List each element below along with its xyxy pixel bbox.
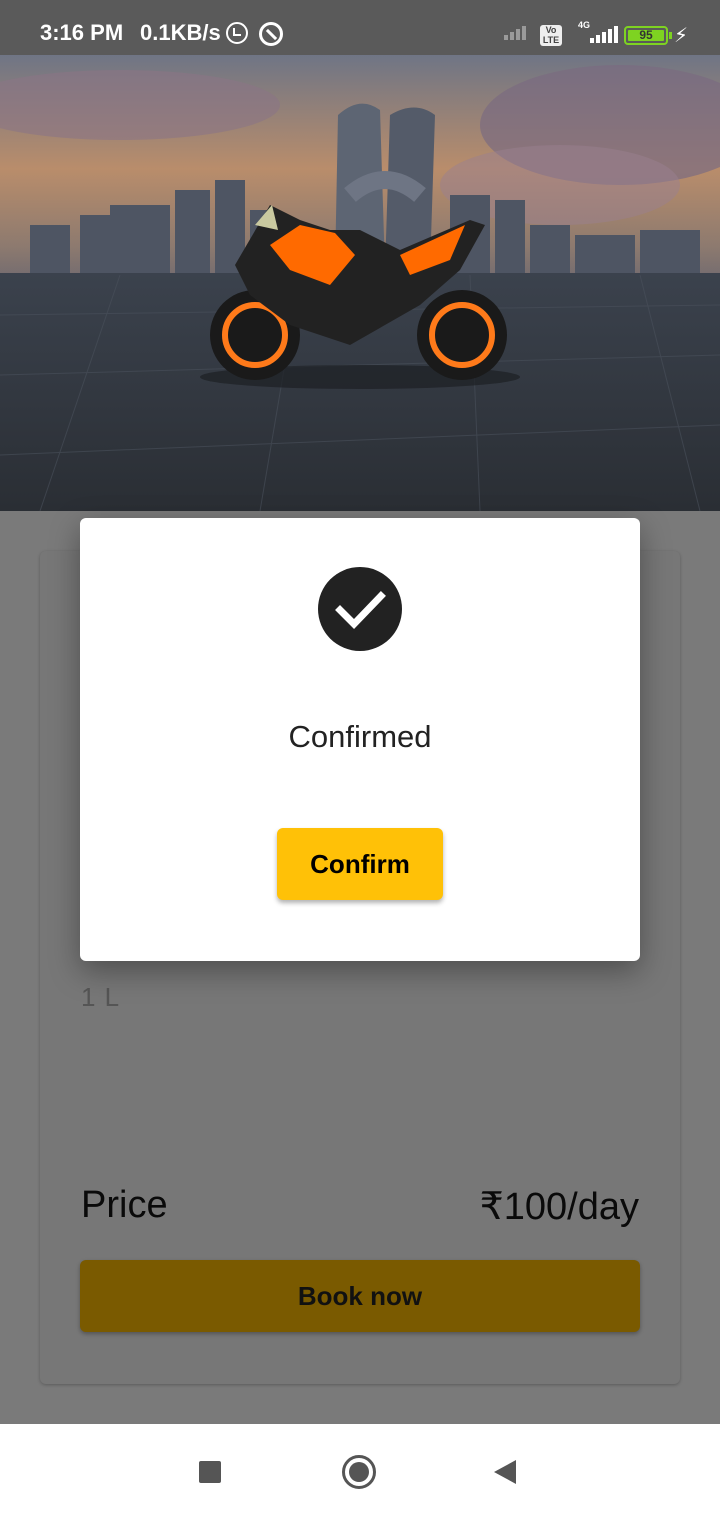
alarm-icon — [226, 22, 248, 44]
volte-label: Vo LTE — [542, 25, 560, 45]
back-icon[interactable] — [494, 1460, 516, 1484]
fuel-capacity-text: 1 L — [81, 982, 121, 1012]
price-label: Price — [81, 1184, 168, 1226]
price-value: ₹100/day — [479, 1186, 639, 1228]
motorcycle-city-photo — [0, 55, 720, 511]
system-nav-bar — [0, 1424, 720, 1520]
battery-icon: 95 — [624, 26, 672, 45]
network-type-label: 4G — [578, 20, 591, 30]
sim2-signal-icon — [590, 26, 618, 43]
status-time: 3:16 PM — [40, 20, 124, 45]
checkmark-icon — [335, 591, 386, 629]
confirmation-dialog: Confirmed Confirm — [80, 518, 640, 961]
home-icon[interactable] — [342, 1455, 376, 1489]
book-now-button[interactable]: Book now — [80, 1260, 640, 1332]
charging-icon: ⚡ — [674, 25, 689, 47]
dialog-title: Confirmed — [288, 719, 432, 754]
hero-image — [0, 55, 720, 511]
recents-icon[interactable] — [199, 1461, 221, 1483]
battery-level: 95 — [628, 29, 664, 41]
status-bar: 3:16 PM 0.1KB/s Vo LTE 4G 95 ⚡ — [0, 0, 720, 58]
sim1-signal-icon — [504, 26, 526, 40]
confirm-button[interactable]: Confirm — [277, 828, 443, 900]
status-network-speed: 0.1KB/s — [140, 20, 221, 45]
volte-icon: Vo LTE — [540, 25, 562, 46]
check-circle-icon — [318, 567, 402, 651]
app-notification-icon — [259, 22, 283, 46]
